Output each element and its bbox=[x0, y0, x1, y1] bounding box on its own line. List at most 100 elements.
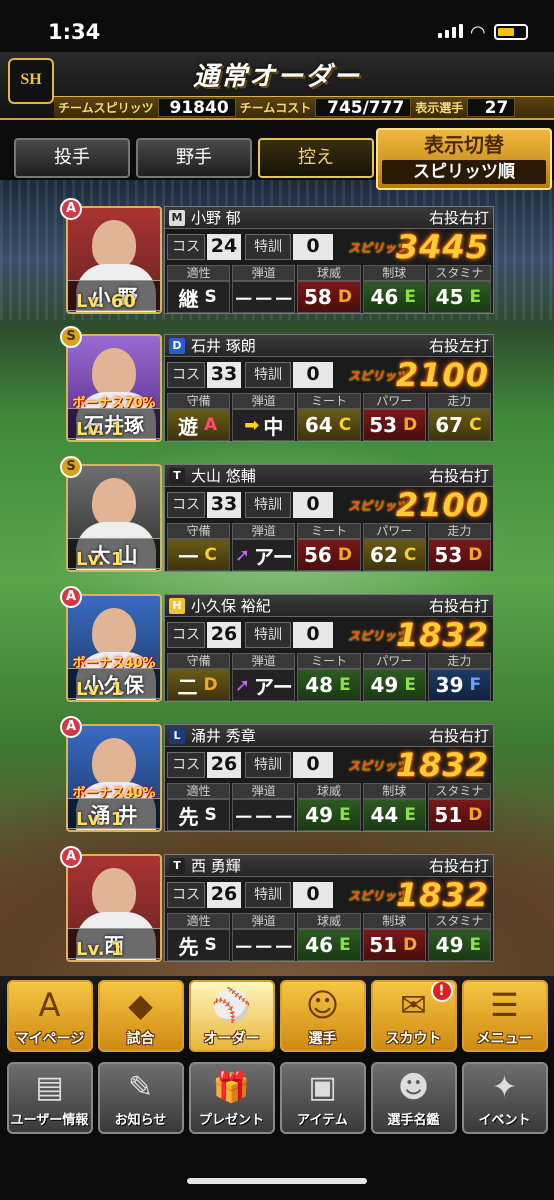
throw-bat-hand: 右投右打 bbox=[428, 857, 489, 875]
team-icon: L bbox=[169, 728, 185, 744]
nav-label: オーダー bbox=[203, 1031, 260, 1047]
tab-bench[interactable]: 控え bbox=[258, 138, 374, 178]
stat-cell: 制球 46 E bbox=[362, 265, 426, 313]
player-portrait[interactable]: 小 野 Lv. 60 bbox=[66, 206, 162, 314]
player-card[interactable]: A ボーナス40% 涌 井 Lv. 1 L 涌井 秀章 右投右打 コス 26 特… bbox=[60, 716, 496, 836]
player-portrait[interactable]: ボーナス40% 小久保 Lv. 1 bbox=[66, 594, 162, 702]
player-portrait[interactable]: 西 Lv. 1 bbox=[66, 854, 162, 962]
stat-cell: 守備 遊A bbox=[167, 393, 231, 441]
stat-value-box: 48 E bbox=[297, 669, 361, 701]
stat-value-box: 継S bbox=[167, 281, 231, 313]
stat-grid: 適性 継S 弾道 －－－ 球威 58 D 制球 46 E スタミナ 45 E bbox=[165, 265, 493, 313]
stat-value: 45 bbox=[435, 285, 464, 309]
trajectory-arrow-icon: ➚ bbox=[234, 544, 250, 566]
stat-header: 弾道 bbox=[232, 393, 296, 409]
stat-value-box: 51 D bbox=[362, 929, 426, 961]
nav-button-5[interactable]: ☻ 選手名鑑 bbox=[370, 1062, 457, 1134]
stat-cell: 走力 53 D bbox=[427, 523, 492, 571]
spirits-value: 2100 bbox=[395, 486, 489, 524]
stat-cell: 球威 46 E bbox=[297, 913, 361, 961]
nav-button-4[interactable]: ☺ 選手 bbox=[279, 980, 366, 1052]
training-label: 特訓 bbox=[245, 882, 291, 908]
training-label: 特訓 bbox=[245, 362, 291, 388]
stat-value: 51 bbox=[434, 803, 463, 827]
stat-grade: D bbox=[337, 287, 352, 307]
tab-pitcher[interactable]: 投手 bbox=[14, 138, 130, 178]
stat-value-box: 62 C bbox=[362, 539, 426, 571]
stat-header: パワー bbox=[362, 393, 426, 409]
stat-value: 49 bbox=[370, 673, 399, 697]
nav-icon: ☰ bbox=[490, 986, 519, 1024]
nav-icon: ▣ bbox=[308, 1070, 337, 1105]
stat-header: 球威 bbox=[297, 783, 361, 799]
player-level: Lv. 1 bbox=[76, 549, 124, 570]
player-card[interactable]: A 西 Lv. 1 T 西 勇輝 右投右打 コス 26 特訓 0 スピリッツ 1… bbox=[60, 846, 496, 966]
stat-value-box: 44 E bbox=[362, 799, 426, 831]
stat-header: 適性 bbox=[167, 783, 231, 799]
team-stat-bar: チームスピリッツ 91840 チームコスト 745/777 表示選手 27 bbox=[54, 96, 554, 118]
nav-button-2[interactable]: ✎ お知らせ bbox=[97, 1062, 184, 1134]
nav-button-3[interactable]: ⚾ オーダー bbox=[188, 980, 275, 1052]
trajectory-arrow-icon: ➚ bbox=[234, 674, 250, 696]
stat-grade: E bbox=[469, 935, 482, 955]
nav-button-2[interactable]: ◆ 試合 bbox=[97, 980, 184, 1052]
nav-button-6[interactable]: ☰ メニュー bbox=[461, 980, 548, 1052]
stat-value: －－－ bbox=[233, 934, 294, 959]
nav-label: アイテム bbox=[297, 1113, 348, 1128]
nav-button-5[interactable]: ✉ スカウト ! bbox=[370, 980, 457, 1052]
player-card[interactable]: S 大 山 Lv. 1 T 大山 悠輔 右投右打 コス 33 特訓 0 スピリッ… bbox=[60, 456, 496, 576]
player-card[interactable]: A ボーナス40% 小久保 Lv. 1 H 小久保 裕紀 右投右打 コス 26 … bbox=[60, 586, 496, 706]
stat-header: ミート bbox=[297, 393, 361, 409]
stat-grade: E bbox=[339, 935, 351, 955]
nav-button-4[interactable]: ▣ アイテム bbox=[279, 1062, 366, 1134]
stat-grade: S bbox=[204, 805, 217, 825]
stat-header: 弾道 bbox=[232, 523, 296, 539]
stat-grid: 守備 二D 弾道 ➚ アー ミート 48 E パワー 49 E 走力 39 F bbox=[165, 653, 493, 701]
shown-players-value: 27 bbox=[467, 98, 516, 118]
stat-header: 走力 bbox=[427, 393, 492, 409]
tab-fielder[interactable]: 野手 bbox=[136, 138, 252, 178]
team-icon: H bbox=[169, 598, 185, 614]
training-value: 0 bbox=[293, 882, 333, 908]
stat-header: パワー bbox=[362, 523, 426, 539]
rank-badge: A bbox=[60, 846, 82, 868]
sort-current-value: スピリッツ順 bbox=[382, 160, 546, 184]
player-name-row: T 西 勇輝 右投右打 bbox=[165, 855, 493, 877]
nav-button-1[interactable]: A マイページ bbox=[6, 980, 93, 1052]
sub-nav: ▤ ユーザー情報 ✎ お知らせ 🎁 プレゼント ▣ アイテム ☻ 選手名鑑 ✦ … bbox=[0, 1062, 554, 1142]
stat-value-box: 39 F bbox=[427, 669, 492, 701]
stat-header: 適性 bbox=[167, 913, 231, 929]
stat-value: 56 bbox=[304, 543, 332, 567]
stat-value-box: －－－ bbox=[232, 281, 296, 313]
nav-label: マイページ bbox=[14, 1031, 85, 1047]
stat-value-box: 49 E bbox=[427, 929, 492, 961]
player-card[interactable]: A 小 野 Lv. 60 M 小野 郁 右投右打 コス 24 特訓 0 スピリッ… bbox=[60, 198, 496, 318]
nav-icon: ☻ bbox=[397, 1070, 430, 1105]
player-portrait[interactable]: ボーナス70% 石井琢 Lv. 1 bbox=[66, 334, 162, 442]
stat-value-box: 58 D bbox=[297, 281, 361, 313]
stat-grid: 適性 先S 弾道 －－－ 球威 46 E 制球 51 D スタミナ 49 E bbox=[165, 913, 493, 961]
player-card[interactable]: S ボーナス70% 石井琢 Lv. 1 D 石井 琢朗 右投左打 コス 33 特… bbox=[60, 326, 496, 446]
player-level: Lv. 1 bbox=[76, 939, 124, 960]
nav-label: イベント bbox=[478, 1113, 531, 1128]
stat-value: 67 bbox=[435, 413, 464, 437]
stat-value-box: ➚ アー bbox=[232, 539, 296, 571]
spirits-value: 1832 bbox=[395, 746, 489, 784]
stat-value: 中 bbox=[263, 414, 284, 439]
player-portrait[interactable]: ボーナス40% 涌 井 Lv. 1 bbox=[66, 724, 162, 832]
player-portrait[interactable]: 大 山 Lv. 1 bbox=[66, 464, 162, 572]
stat-cell: 弾道 ➡ 中 bbox=[232, 393, 296, 441]
stat-grade: E bbox=[404, 805, 416, 825]
player-info: T 大山 悠輔 右投右打 コス 33 特訓 0 スピリッツ 2100 守備 一C… bbox=[164, 464, 494, 572]
nav-button-1[interactable]: ▤ ユーザー情報 bbox=[6, 1062, 93, 1134]
stat-cell: 適性 先S bbox=[167, 913, 231, 961]
nav-button-3[interactable]: 🎁 プレゼント bbox=[188, 1062, 275, 1134]
stat-value: 53 bbox=[434, 543, 463, 567]
stat-header: 弾道 bbox=[232, 265, 296, 281]
player-info: D 石井 琢朗 右投左打 コス 33 特訓 0 スピリッツ 2100 守備 遊A… bbox=[164, 334, 494, 442]
training-value: 0 bbox=[293, 492, 333, 518]
rank-badge: A bbox=[60, 198, 82, 220]
nav-button-6[interactable]: ✦ イベント bbox=[461, 1062, 548, 1134]
sort-toggle-button[interactable]: 表示切替 スピリッツ順 bbox=[376, 128, 552, 190]
team-cost-label: チームコスト bbox=[239, 101, 312, 115]
